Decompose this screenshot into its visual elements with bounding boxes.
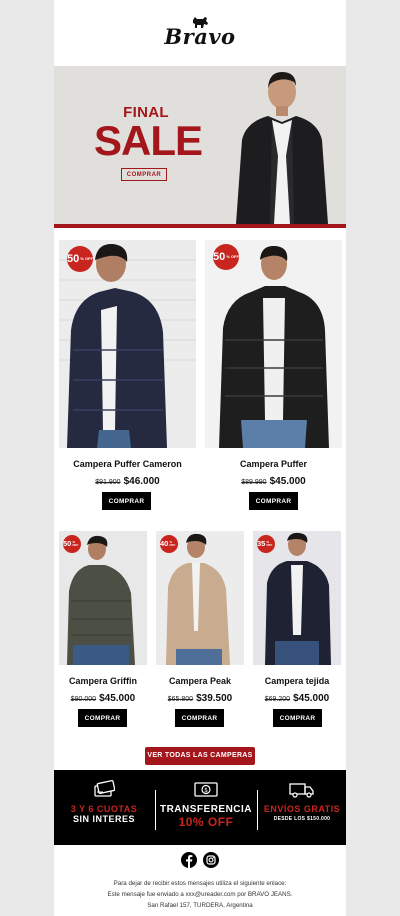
badge-value: 50 <box>213 250 226 263</box>
unsubscribe-text[interactable]: Para dejar de recibir estos mensajes uti… <box>0 880 400 887</box>
badge-label: % OFF <box>169 539 176 547</box>
old-price: $91.900 <box>95 479 121 486</box>
benefit-installments: 3 Y 6 CUOTAS SIN INTERES <box>54 770 154 824</box>
buy-button[interactable]: COMPRAR <box>249 492 298 510</box>
product-price: $65.800 $39.500 <box>151 693 249 704</box>
current-price: $45.000 <box>293 693 330 704</box>
badge-label: % OFF <box>72 539 79 547</box>
product-image-cameron[interactable]: 50 % OFF <box>59 240 196 448</box>
current-price: $46.000 <box>123 476 160 487</box>
old-price: $69.200 <box>264 696 291 703</box>
discount-badge: 50 % OFF <box>213 244 239 270</box>
discount-badge: 40 % OFF <box>160 535 178 553</box>
benefit-line2: 10% OFF <box>178 815 234 829</box>
buy-button[interactable]: COMPRAR <box>78 709 127 727</box>
benefit-line2: SIN INTERES <box>72 814 135 824</box>
benefit-transfer: $ TRANSFERENCIA 10% OFF <box>156 770 256 829</box>
buy-button[interactable]: COMPRAR <box>175 709 224 727</box>
badge-label: % OFF <box>266 539 273 547</box>
benefit-line1: ENVÍOS GRATIS <box>263 804 341 814</box>
brand-header[interactable]: Bravo <box>54 14 346 49</box>
truck-icon <box>289 783 314 798</box>
money-icon: $ <box>194 782 218 797</box>
product-name[interactable]: Campera tejida <box>248 676 346 686</box>
product-name[interactable]: Campera Puffer Cameron <box>59 459 196 469</box>
benefit-line1: 3 Y 6 CUOTAS <box>70 804 138 814</box>
product-price: $89.990 $45.000 <box>205 476 342 487</box>
badge-label: % OFF <box>80 255 93 261</box>
brand-name: Bravo <box>164 24 236 49</box>
current-price: $45.000 <box>269 476 306 487</box>
product-image-puffer[interactable]: 50 % OFF <box>205 240 342 448</box>
benefit-line3: DESDE LOS $150.000 <box>273 816 331 822</box>
badge-value: 50 <box>67 252 80 265</box>
old-price: $90.000 <box>70 696 97 703</box>
hero-divider <box>54 224 346 228</box>
old-price: $89.990 <box>241 479 267 486</box>
product-name[interactable]: Campera Griffin <box>54 676 152 686</box>
credit-cards-icon <box>94 779 115 797</box>
instagram-glyph <box>206 855 216 865</box>
address-text: San Rafael 157, TURDERA, Argentina <box>147 902 253 909</box>
discount-badge: 35 % OFF <box>257 535 275 553</box>
instagram-icon[interactable] <box>203 852 219 868</box>
sent-to-text: Este mensaje fue enviado a xxx@ureader.c… <box>107 891 293 898</box>
hero-sale-text: SALE <box>94 117 203 164</box>
hero-model-image <box>216 66 346 224</box>
svg-text:$: $ <box>204 787 208 794</box>
email-body: Bravo FINAL SALE COMPRAR 50 % OFF Camper… <box>54 0 346 916</box>
facebook-glyph <box>186 855 193 868</box>
buy-button[interactable]: COMPRAR <box>273 709 322 727</box>
product-name[interactable]: Campera Puffer <box>205 459 342 469</box>
facebook-icon[interactable] <box>181 852 197 868</box>
product-name[interactable]: Campera Peak <box>151 676 249 686</box>
product-price: $90.000 $45.000 <box>54 693 152 704</box>
badge-value: 35 <box>257 539 266 549</box>
see-all-jackets-button[interactable]: VER TODAS LAS CAMPERAS <box>145 747 255 765</box>
benefits-band: 3 Y 6 CUOTAS SIN INTERES $ TRANSFERENCIA… <box>54 770 346 845</box>
badge-value: 40 <box>160 539 169 549</box>
product-image-griffin[interactable]: 50 % OFF <box>59 531 147 665</box>
current-price: $39.500 <box>196 693 233 704</box>
badge-value: 50 <box>63 539 72 549</box>
discount-badge: 50 % OFF <box>67 246 93 272</box>
hero-buy-button[interactable]: COMPRAR <box>121 168 167 181</box>
badge-label: % OFF <box>226 253 239 259</box>
benefit-shipping: ENVÍOS GRATIS DESDE LOS $150.000 <box>258 770 346 822</box>
benefit-line1: TRANSFERENCIA <box>159 804 253 815</box>
current-price: $45.000 <box>99 693 136 704</box>
product-price: $91.900 $46.000 <box>59 476 196 487</box>
product-image-tejida[interactable]: 35 % OFF <box>253 531 341 665</box>
discount-badge: 50 % OFF <box>63 535 81 553</box>
old-price: $65.800 <box>167 696 194 703</box>
product-photo <box>205 240 342 448</box>
hero-banner[interactable]: FINAL SALE COMPRAR <box>54 66 346 224</box>
buy-button[interactable]: COMPRAR <box>102 492 151 510</box>
product-image-peak[interactable]: 40 % OFF <box>156 531 244 665</box>
product-price: $69.200 $45.000 <box>248 693 346 704</box>
